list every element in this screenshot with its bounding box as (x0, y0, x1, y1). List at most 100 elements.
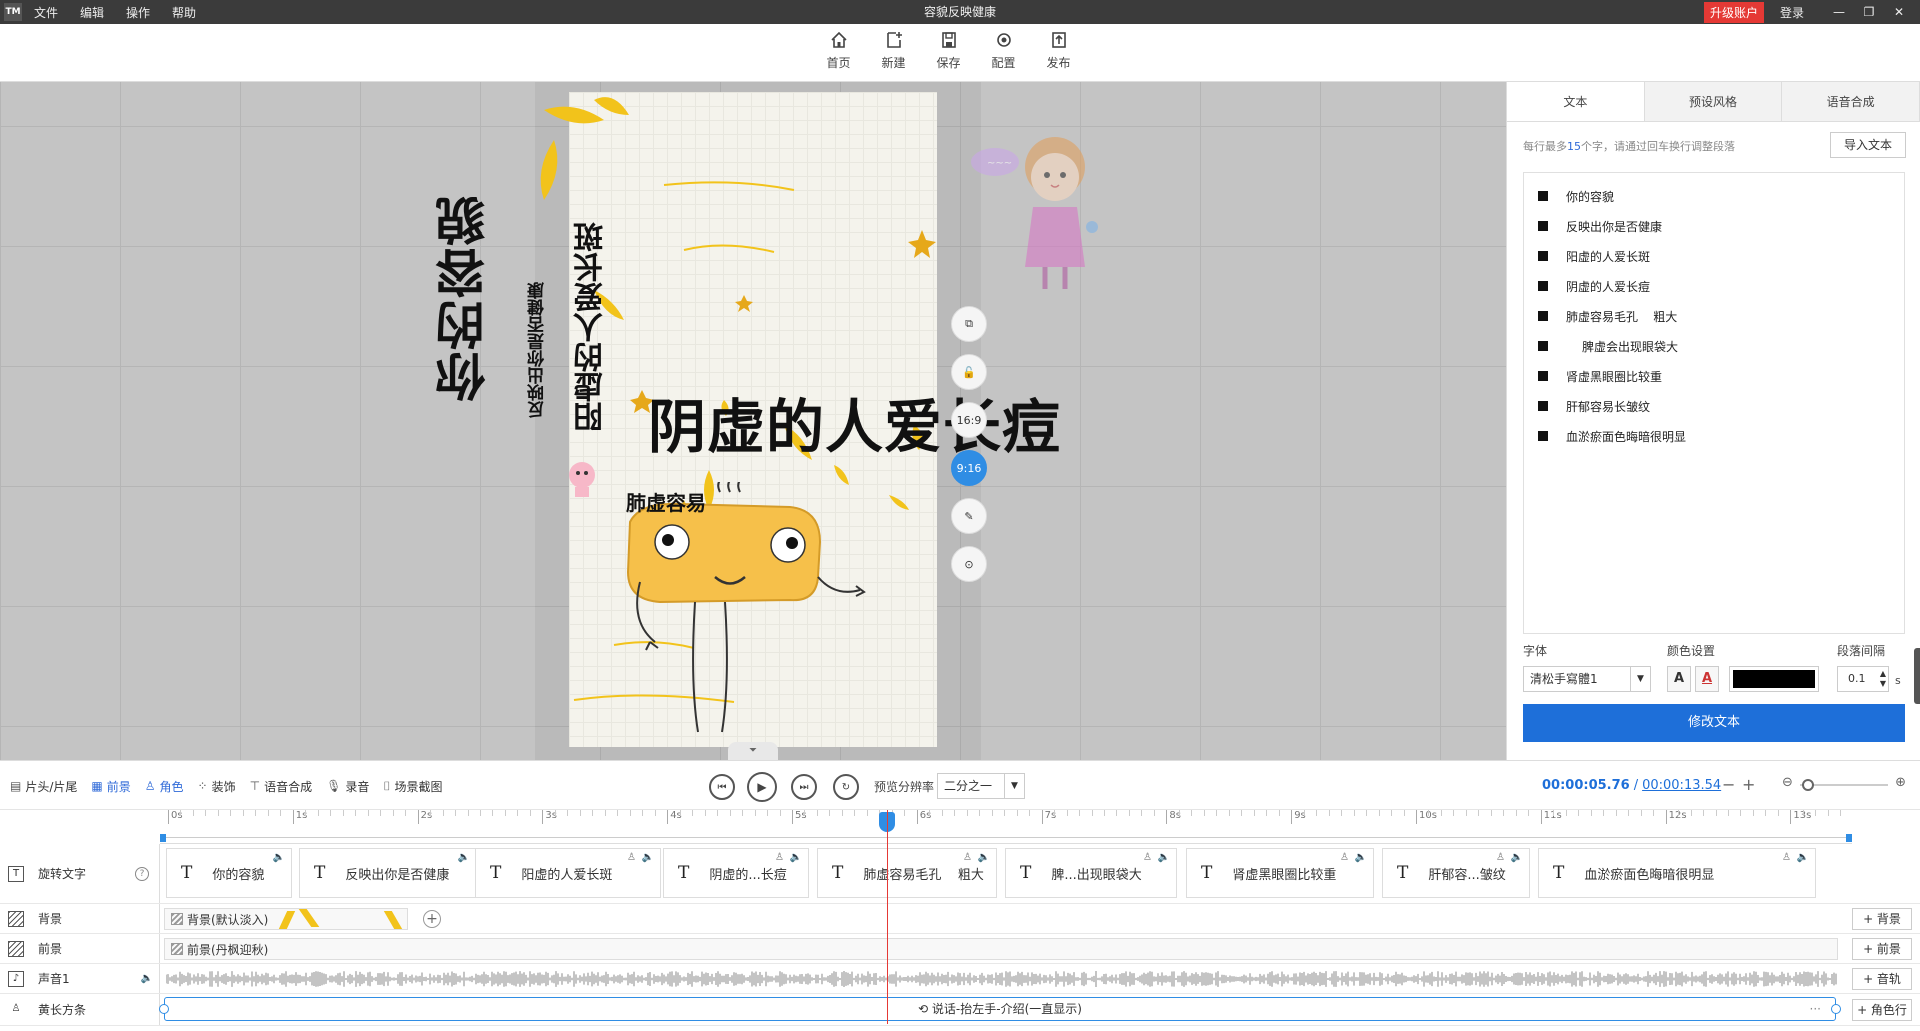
more-icon[interactable]: ··· (1810, 998, 1821, 1020)
tool-decoration[interactable]: ⁘ 装饰 (198, 778, 236, 795)
clip-voice-icon[interactable]: ♙ (1143, 852, 1152, 863)
text-color-button[interactable]: A (1695, 666, 1719, 692)
audio-waveform[interactable] (166, 968, 1838, 990)
background-clip[interactable]: 背景(默认淡入) (164, 908, 408, 930)
zoom-out-icon[interactable]: ⊖ (1782, 775, 1793, 790)
modify-text-button[interactable]: 修改文本 (1523, 704, 1905, 742)
text-clip[interactable]: T 肺虚容易毛孔 粗大 🔈 ♙ (817, 848, 997, 898)
list-item[interactable]: 肺虚容易毛孔 粗大 (1524, 301, 1904, 331)
text-feixu[interactable]: 肺虚容易 (626, 487, 706, 516)
clip-volume-icon[interactable]: 🔈 (1797, 852, 1809, 863)
zoom-slider[interactable]: ⊖ ⊕ (1782, 775, 1906, 795)
add-role-row-button[interactable]: + 角色行 (1852, 999, 1912, 1021)
foreground-clip[interactable]: 前景(丹枫迎秋) (164, 938, 1838, 960)
login-link[interactable]: 登录 (1780, 4, 1804, 21)
preview-resolution-select[interactable]: 二分之一 ▼ (937, 773, 1025, 799)
canvas-settings-button[interactable]: ⊙ (951, 546, 987, 582)
clip-voice-icon[interactable]: ♙ (1496, 852, 1505, 863)
help-icon[interactable]: ? (135, 866, 149, 881)
clip-volume-icon[interactable]: 🔈 (1511, 852, 1523, 863)
range-end-handle[interactable] (1846, 834, 1852, 842)
upgrade-account-button[interactable]: 升级账户 (1703, 1, 1764, 23)
plus-button[interactable]: + (1742, 775, 1755, 794)
clip-volume-icon[interactable]: 🔈 (1355, 852, 1367, 863)
add-audio-track-button[interactable]: + 音轨 (1852, 968, 1912, 990)
ratio-16-9-button[interactable]: 16:9 (951, 402, 987, 438)
edit-button[interactable]: ✎ (951, 498, 987, 534)
clip-volume-icon[interactable]: 🔈 (273, 852, 285, 863)
text-lines-list[interactable]: 你的容貌 反映出你是否健康 阳虚的人爱长斑 阴虚的人爱长痘 肺虚容易毛孔 粗大 … (1523, 172, 1905, 634)
minimize-button[interactable]: — (1824, 5, 1854, 19)
list-item[interactable]: 肾虚黑眼圈比较重 (1524, 361, 1904, 391)
collapse-handle[interactable]: ⏷ (728, 742, 778, 760)
publish-button[interactable]: 发布 (1031, 30, 1086, 71)
new-button[interactable]: 新建 (866, 30, 921, 71)
tool-voice-synthesis[interactable]: ⊤ 语音合成 (250, 778, 312, 795)
text-rongmao[interactable]: 你的容貌 (428, 194, 500, 402)
text-clip[interactable]: T 脾...出现眼袋大 🔈 ♙ (1005, 848, 1177, 898)
list-item[interactable]: 脾虚会出现眼袋大 (1524, 331, 1904, 361)
range-bar[interactable] (160, 834, 1852, 842)
lock-button[interactable]: 🔓 (951, 354, 987, 390)
text-clip[interactable]: T 你的容貌 🔈 (166, 848, 292, 898)
total-time[interactable]: 00:00:13.54 (1642, 778, 1721, 793)
tool-record[interactable]: 🎙 录音 (326, 778, 369, 795)
clip-volume-icon[interactable]: 🔈 (1158, 852, 1170, 863)
zoom-in-icon[interactable]: ⊕ (1895, 775, 1906, 790)
text-clip[interactable]: T 血淤瘀面色晦暗很明显 🔈 ♙ (1538, 848, 1816, 898)
play-button[interactable]: ▶ (747, 772, 777, 802)
restore-button[interactable]: ❐ (1854, 5, 1884, 19)
clip-volume-icon[interactable]: 🔈 (458, 852, 470, 863)
add-foreground-button[interactable]: + 前景 (1852, 938, 1912, 960)
color-swatch[interactable] (1729, 666, 1819, 692)
playhead-line[interactable] (887, 810, 888, 1024)
tab-voice-synthesis[interactable]: 语音合成 (1782, 82, 1920, 121)
range-start-handle[interactable] (160, 834, 166, 842)
menu-edit[interactable]: 编辑 (80, 4, 104, 21)
tool-intro-outro[interactable]: ▤ 片头/片尾 (10, 778, 77, 795)
text-yangxu[interactable]: 阳虚的人爱长斑 (570, 222, 614, 432)
add-background-button[interactable]: + 背景 (1852, 908, 1912, 930)
list-item[interactable]: 阳虚的人爱长斑 (1524, 241, 1904, 271)
menu-file[interactable]: 文件 (34, 4, 58, 21)
tool-role[interactable]: ♙ 角色 (145, 778, 184, 795)
clip-volume-icon[interactable]: 🔈 (790, 852, 802, 863)
config-button[interactable]: 配置 (976, 30, 1031, 71)
clip-voice-icon[interactable]: ♙ (775, 852, 784, 863)
list-item[interactable]: 血淤瘀面色晦暗很明显 (1524, 421, 1904, 451)
text-clip[interactable]: T 反映出你是否健康 🔈 (299, 848, 477, 898)
text-yinxu[interactable]: 阴虚的人爱长痘 (648, 380, 1061, 464)
add-background-clip-button[interactable]: + (423, 910, 441, 928)
clip-start-handle[interactable] (159, 1004, 169, 1014)
menu-operate[interactable]: 操作 (126, 4, 150, 21)
zoom-knob[interactable] (1802, 779, 1814, 791)
menu-help[interactable]: 帮助 (172, 4, 196, 21)
clip-end-handle[interactable] (1831, 1004, 1841, 1014)
minus-button[interactable]: − (1722, 775, 1735, 794)
volume-icon[interactable]: 🔈 (141, 973, 153, 984)
panel-edge-handle[interactable] (1914, 648, 1920, 704)
tool-foreground[interactable]: ▦ 前景 (91, 778, 130, 795)
spacing-stepper[interactable]: 0.1 ▲ ▼ (1837, 666, 1889, 692)
clip-voice-icon[interactable]: ♙ (1340, 852, 1349, 863)
save-button[interactable]: 保存 (921, 30, 976, 71)
replay-button[interactable]: ↻ (833, 774, 859, 800)
clip-voice-icon[interactable]: ♙ (627, 852, 636, 863)
text-clip[interactable]: T 阴虚的...长痘 🔈 ♙ (663, 848, 809, 898)
list-item[interactable]: 阴虚的人爱长痘 (1524, 271, 1904, 301)
next-button[interactable]: ⏭ (791, 774, 817, 800)
list-item[interactable]: 你的容貌 (1524, 181, 1904, 211)
text-fanying[interactable]: 反映出你是否健康 (525, 282, 550, 418)
text-clip[interactable]: T 肝郁容...皱纹 🔈 ♙ (1382, 848, 1530, 898)
tab-text[interactable]: 文本 (1507, 82, 1645, 121)
tool-scene-screenshot[interactable]: ⌷ 场景截图 (383, 778, 442, 795)
import-text-button[interactable]: 导入文本 (1830, 132, 1906, 158)
clip-voice-icon[interactable]: ♙ (1782, 852, 1791, 863)
copy-button[interactable]: ⧉ (951, 306, 987, 342)
clip-volume-icon[interactable]: 🔈 (642, 852, 654, 863)
time-ruler[interactable]: 0s1s2s3s4s5s6s7s8s9s10s11s12s13s (160, 810, 1852, 844)
font-color-button[interactable]: A (1667, 666, 1691, 692)
preview-canvas[interactable]: ~~~ 你的容貌 反映出你是否健康 阳虚的人爱长斑 阴虚的人爱长痘 肺虚容易 ⧉… (0, 82, 1506, 760)
home-button[interactable]: 首页 (811, 30, 866, 71)
close-button[interactable]: ✕ (1884, 5, 1914, 19)
